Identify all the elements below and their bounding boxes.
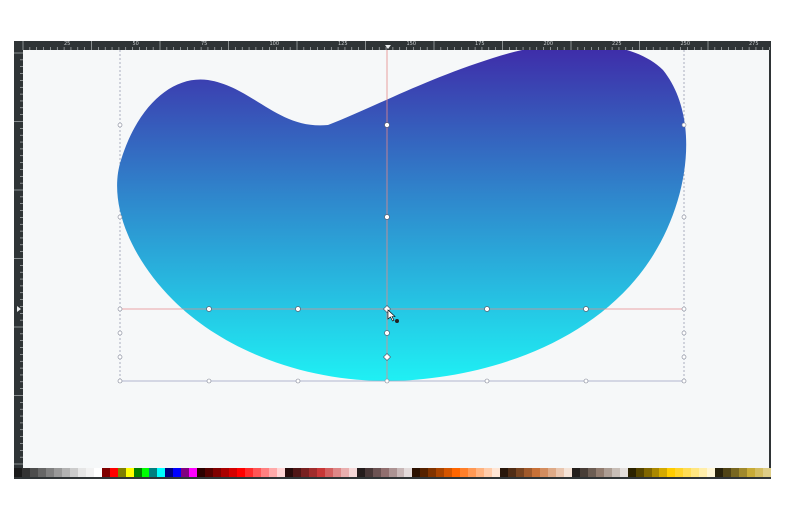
ruler-label: 175	[475, 41, 485, 47]
ruler-label: 150	[406, 41, 417, 47]
gradient-stop-handle[interactable]	[384, 122, 390, 128]
bbox-handle[interactable]	[583, 378, 589, 384]
ruler-label: 225	[612, 41, 622, 47]
bbox-handle[interactable]	[117, 122, 123, 128]
ruler-label: 275	[749, 41, 759, 47]
ruler-label: 100	[269, 41, 280, 47]
gradient-stop-handle[interactable]	[295, 306, 301, 312]
bbox-handle[interactable]	[206, 378, 212, 384]
gradient-stop-handle[interactable]	[384, 214, 390, 220]
vertical-scrollbar[interactable]	[769, 50, 771, 468]
drawing-canvas[interactable]	[23, 50, 770, 468]
drawing-svg	[117, 50, 687, 384]
bbox-handle[interactable]	[117, 378, 123, 384]
status-strip	[14, 477, 771, 479]
bbox-handle[interactable]	[681, 354, 687, 360]
bbox-handle[interactable]	[681, 214, 687, 220]
ruler-label: 25	[64, 41, 71, 47]
bbox-handle[interactable]	[384, 378, 390, 384]
ruler-label: 75	[201, 41, 208, 47]
gradient-stop-handle[interactable]	[484, 306, 490, 312]
bbox-handle[interactable]	[117, 330, 123, 336]
bbox-handle[interactable]	[295, 378, 301, 384]
bbox-handle[interactable]	[681, 306, 687, 312]
vertical-ruler[interactable]	[14, 50, 23, 470]
ruler-label: 200	[543, 41, 554, 47]
ruler-position-marker	[17, 306, 21, 312]
bbox-handle[interactable]	[117, 306, 123, 312]
bbox-handle[interactable]	[681, 330, 687, 336]
bbox-handle[interactable]	[681, 378, 687, 384]
bbox-handle[interactable]	[117, 354, 123, 360]
ruler-label: 125	[338, 41, 348, 47]
ruler-label: 250	[680, 41, 691, 47]
blob-shape[interactable]	[117, 50, 687, 381]
gradient-stop-handle[interactable]	[583, 306, 589, 312]
horizontal-ruler[interactable]: 25 50 75 100 125 150 175 200 225 250 275	[14, 41, 771, 50]
bbox-handle[interactable]	[681, 122, 687, 128]
bbox-handle[interactable]	[484, 378, 490, 384]
bbox-handle[interactable]	[117, 214, 123, 220]
ruler-label: 50	[132, 41, 139, 47]
gradient-stop-handle[interactable]	[206, 306, 212, 312]
ruler-position-marker	[385, 45, 391, 49]
gradient-stop-handle[interactable]	[384, 330, 390, 336]
